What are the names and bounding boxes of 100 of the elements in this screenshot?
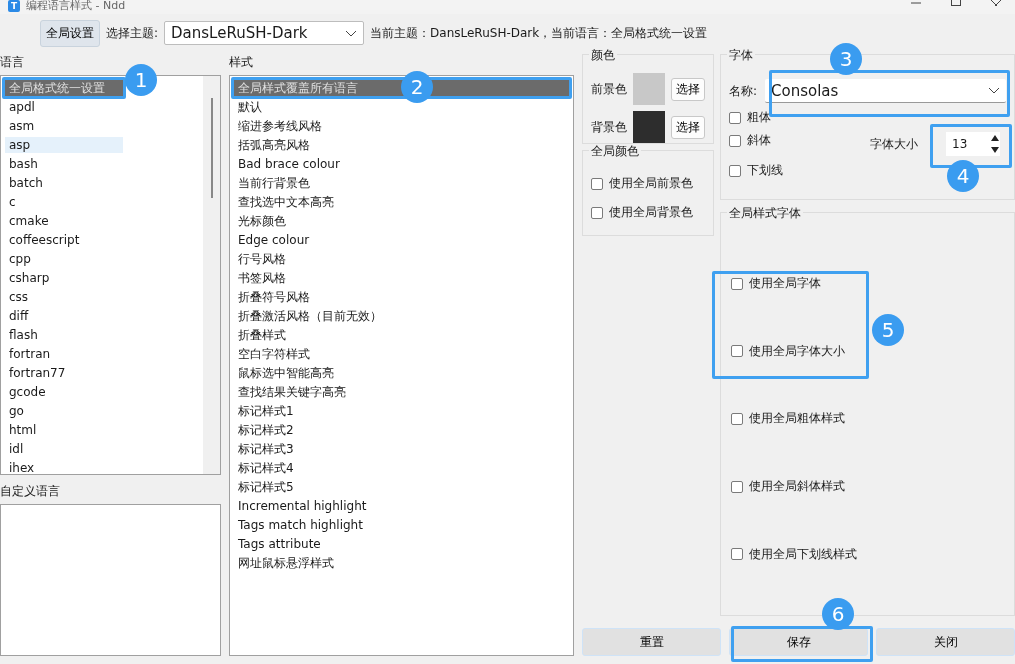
checkbox-box[interactable] (591, 177, 603, 190)
group-title: 颜色 (589, 48, 617, 62)
language-item[interactable]: gcode (5, 384, 123, 400)
checkbox-box[interactable] (591, 206, 603, 219)
step-number: 4 (947, 160, 979, 192)
language-item[interactable]: go (5, 403, 123, 419)
checkbox[interactable]: 使用全局字体 (731, 275, 821, 293)
style-item[interactable]: 折叠样式 (234, 327, 569, 343)
language-item[interactable]: fortran77 (5, 365, 123, 381)
checkbox[interactable]: 下划线 (729, 162, 783, 179)
checkbox-box[interactable] (729, 111, 741, 124)
style-item[interactable]: 当前行背景色 (234, 175, 569, 191)
language-item[interactable]: cmake (5, 213, 123, 229)
checkbox-box[interactable] (731, 345, 743, 358)
choose-button[interactable]: 选择 (671, 115, 705, 139)
checkbox[interactable]: 粗体 (729, 109, 771, 126)
dialog-button[interactable]: 保存 (729, 628, 868, 656)
checkbox[interactable]: 使用全局字体大小 (731, 342, 845, 360)
checkbox[interactable]: 使用全局斜体样式 (731, 478, 845, 496)
language-item[interactable]: asp (5, 137, 123, 153)
minimize-icon[interactable] (911, 0, 921, 6)
checkbox-box[interactable] (731, 277, 743, 290)
style-item[interactable]: 折叠激活风格（目前无效） (234, 308, 569, 324)
style-item[interactable]: Incremental highlight (234, 498, 569, 514)
chevron-icon (345, 29, 358, 37)
current-status: 当前主题：DansLeRuSH-Dark，当前语言：全局格式统一设置 (370, 24, 708, 42)
checkbox-box[interactable] (729, 164, 741, 177)
checkbox[interactable]: 使用全局背景色 (591, 204, 693, 221)
checkbox-box[interactable] (729, 134, 741, 147)
language-item[interactable]: ihex (5, 460, 123, 474)
style-item[interactable]: 查找选中文本高亮 (234, 194, 569, 210)
checkbox-label: 下划线 (747, 162, 783, 179)
language-item[interactable]: idl (5, 441, 123, 457)
theme-dropdown[interactable]: DansLeRuSH-Dark (164, 21, 365, 45)
color-swatch[interactable] (633, 111, 665, 143)
language-item[interactable]: fortran (5, 346, 123, 362)
language-item[interactable]: flash (5, 327, 123, 343)
scrollbar[interactable] (203, 76, 220, 474)
style-item[interactable]: 网址鼠标悬浮样式 (234, 555, 569, 571)
style-item[interactable]: 行号风格 (234, 251, 569, 267)
style-item[interactable]: 鼠标选中智能高亮 (234, 365, 569, 381)
checkbox[interactable]: 使用全局粗体样式 (731, 410, 845, 428)
font-dropdown[interactable]: Consolas (765, 79, 1006, 103)
checkbox-box[interactable] (731, 480, 743, 493)
step-number: 3 (830, 43, 862, 75)
language-item[interactable]: css (5, 289, 123, 305)
maximize-icon[interactable] (951, 0, 961, 6)
style-item[interactable]: 折叠符号风格 (234, 289, 569, 305)
group-title: 全局样式字体 (727, 206, 803, 220)
spin-arrows-icon[interactable] (990, 133, 1000, 155)
style-item[interactable]: Tags match highlight (234, 517, 569, 533)
checkbox-box[interactable] (731, 413, 743, 425)
language-item[interactable]: csharp (5, 270, 123, 286)
language-item[interactable]: coffeescript (5, 232, 123, 248)
choose-button[interactable]: 选择 (671, 77, 705, 101)
font-size-spinbox[interactable]: 13 (946, 132, 1000, 156)
language-item[interactable]: cpp (5, 251, 123, 267)
style-item[interactable]: 标记样式2 (234, 422, 569, 438)
theme-label: 选择主题: (106, 24, 159, 42)
style-item[interactable]: 缩进参考线风格 (234, 118, 569, 134)
checkbox[interactable]: 斜体 (729, 132, 771, 149)
chevron-icon (988, 87, 1000, 94)
style-item[interactable]: Edge colour (234, 232, 569, 248)
style-item[interactable]: 光标颜色 (234, 213, 569, 229)
checkbox-label: 粗体 (747, 109, 771, 126)
step-number: 6 (822, 598, 854, 630)
language-item[interactable]: batch (5, 175, 123, 191)
language-item[interactable]: asm (5, 118, 123, 134)
language-item[interactable]: apdl (5, 99, 123, 115)
style-item[interactable]: 空白字符样式 (234, 346, 569, 362)
style-item[interactable]: Tags attribute (234, 536, 569, 552)
language-item[interactable]: html (5, 422, 123, 438)
style-item[interactable]: 标记样式3 (234, 441, 569, 457)
step-number: 5 (872, 314, 904, 346)
font-name-label: 名称: (729, 82, 758, 100)
language-item[interactable]: diff (5, 308, 123, 324)
checkbox-box[interactable] (731, 548, 743, 561)
dialog-button[interactable]: 关闭 (876, 628, 1015, 656)
checkbox[interactable]: 使用全局前景色 (591, 175, 693, 192)
color-label: 背景色 (591, 118, 627, 136)
step-number: 1 (125, 64, 157, 96)
section-label: 自定义语言 (0, 483, 61, 500)
language-item[interactable]: bash (5, 156, 123, 172)
section-label: 样式 (229, 54, 254, 71)
color-swatch[interactable] (633, 73, 665, 105)
group-title: 字体 (727, 48, 755, 62)
global-settings-button[interactable]: 全局设置 (40, 19, 100, 47)
style-item[interactable]: 书签风格 (234, 270, 569, 286)
dialog-button[interactable]: 重置 (582, 628, 721, 656)
style-item[interactable]: 标记样式1 (234, 403, 569, 419)
style-item[interactable]: 标记样式4 (234, 460, 569, 476)
window-title: 编程语言样式 - Ndd (26, 0, 126, 11)
language-item[interactable]: 全局格式统一设置 (5, 80, 123, 96)
app-icon: T (8, 0, 20, 12)
language-item[interactable]: c (5, 194, 123, 210)
style-item[interactable]: Bad brace colour (234, 156, 569, 172)
group-title: 全局颜色 (589, 144, 641, 158)
style-item[interactable]: 标记样式5 (234, 479, 569, 495)
style-item[interactable]: 查找结果关键字高亮 (234, 384, 569, 400)
style-item[interactable]: 括弧高亮风格 (234, 137, 569, 153)
